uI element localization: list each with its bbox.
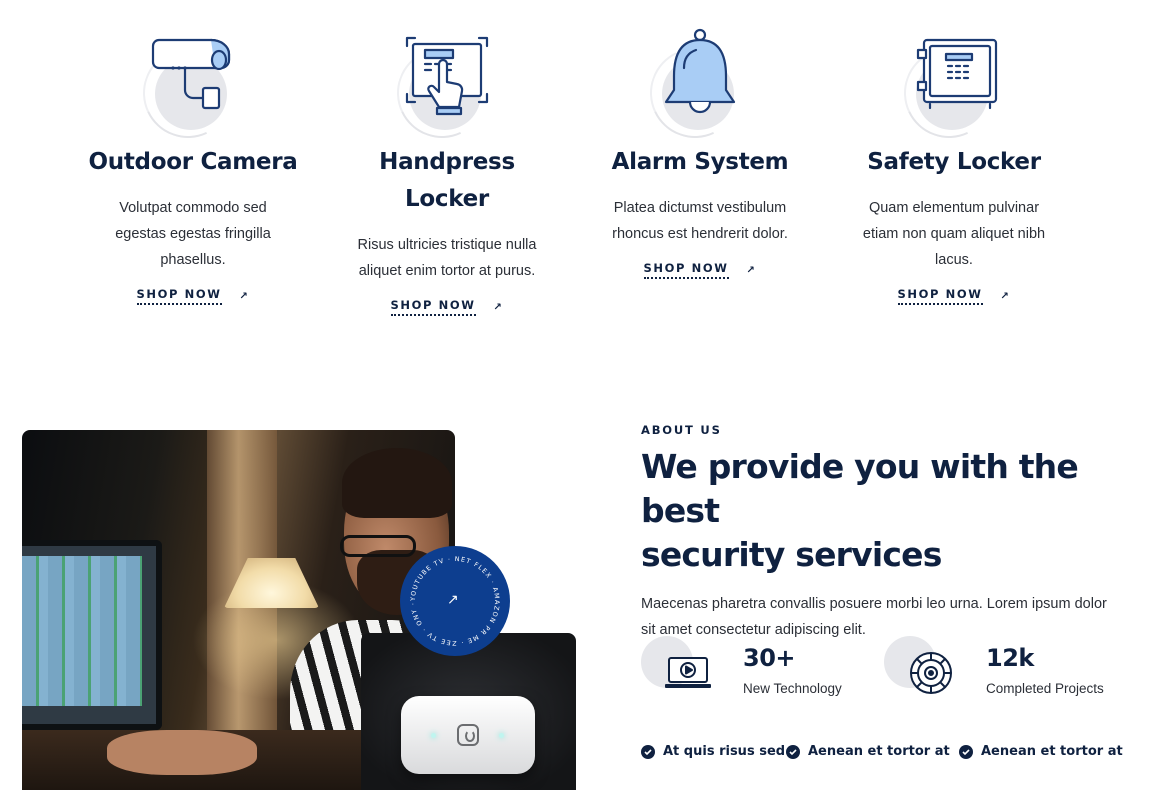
about-heading: We provide you with the best security se… [641, 445, 1121, 577]
stat-caption: New Technology [743, 681, 842, 696]
shop-now-label: SHOP NOW [136, 287, 222, 305]
arrow-up-right-icon: ↗ [746, 264, 757, 276]
arrow-up-right-icon: ↗ [493, 301, 504, 313]
stats-row: 30+ New Technology 12k Completed Project… [641, 636, 1121, 706]
product-card-outdoor-camera: Outdoor Camera Volutpat commodo sed eges… [78, 28, 308, 305]
fingerprint-touch-icon [384, 28, 500, 151]
feature-checklist: At quis risus sed Aenean et tortor at Ae… [641, 744, 1141, 768]
feature-label: At quis risus sed [663, 744, 786, 759]
feature-label: Aenean et tortor at [981, 744, 1123, 759]
section-eyebrow: ABOUT US [641, 423, 722, 437]
video-monitor-icon [665, 657, 711, 688]
product-card-handpress-locker: Handpress Locker Risus ultricies tristiq… [332, 28, 562, 316]
product-title: Safety Locker [867, 149, 1041, 175]
feature-item: Aenean et tortor at [786, 744, 950, 759]
stat-completed-projects: 12k Completed Projects [884, 636, 1124, 706]
arrow-up-right-icon: ↗ [447, 591, 459, 607]
about-heading-line-2: security services [641, 535, 942, 574]
security-camera-icon [130, 28, 246, 151]
shop-now-link[interactable]: SHOP NOW ↗ [643, 261, 757, 279]
alarm-bell-icon [637, 28, 753, 151]
power-icon [457, 724, 479, 746]
product-title: Handpress Locker [379, 149, 515, 212]
shop-now-link[interactable]: SHOP NOW ↗ [390, 298, 504, 316]
about-section: ABOUT US We provide you with the best se… [641, 423, 1121, 643]
product-description: Risus ultricies tristique nulla aliquet … [357, 237, 537, 279]
shop-now-link[interactable]: SHOP NOW ↗ [897, 287, 1011, 305]
product-description: Volutpat commodo sed egestas egestas fri… [115, 200, 271, 268]
shop-now-label: SHOP NOW [897, 287, 983, 305]
check-circle-icon [786, 744, 800, 759]
check-circle-icon [641, 744, 655, 759]
rotating-partners-badge[interactable]: YOUTUBE TV · NET FLEX · AMAZON PR ME · Z… [400, 546, 510, 656]
product-card-safety-locker: Safety Locker Quam elementum pulvinar et… [839, 28, 1069, 305]
feature-label: Aenean et tortor at [808, 744, 950, 759]
product-description: Quam elementum pulvinar etiam non quam a… [862, 200, 1046, 268]
wifi-router-photo [361, 633, 576, 790]
arrow-up-right-icon: ↗ [239, 290, 250, 302]
product-description: Platea dictumst vestibulum rhoncus est h… [612, 200, 788, 242]
shop-now-label: SHOP NOW [390, 298, 476, 316]
check-circle-icon [959, 744, 973, 759]
product-title: Alarm System [611, 149, 789, 175]
stat-value: 12k [986, 644, 1034, 672]
product-card-alarm-system: Alarm System Platea dictumst vestibulum … [585, 28, 815, 279]
safe-locker-icon [891, 28, 1007, 151]
cctv-lens-icon [910, 652, 952, 694]
feature-item: Aenean et tortor at [959, 744, 1123, 759]
about-heading-line-1: We provide you with the best [641, 447, 1079, 530]
stat-caption: Completed Projects [986, 681, 1104, 696]
product-title: Outdoor Camera [88, 149, 298, 175]
shop-now-link[interactable]: SHOP NOW ↗ [136, 287, 250, 305]
feature-item: At quis risus sed [641, 744, 785, 759]
shop-now-label: SHOP NOW [643, 261, 729, 279]
stat-value: 30+ [743, 644, 796, 672]
product-cards-section: Outdoor Camera Volutpat commodo sed eges… [0, 0, 1150, 340]
stat-new-technology: 30+ New Technology [641, 636, 881, 706]
arrow-up-right-icon: ↗ [1000, 290, 1011, 302]
